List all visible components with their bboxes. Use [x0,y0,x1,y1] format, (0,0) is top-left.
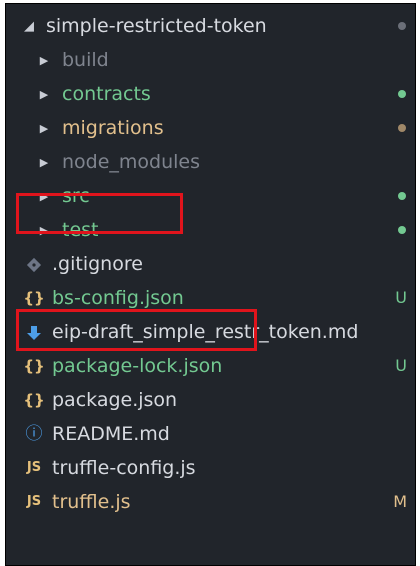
status-dot-icon [398,22,406,30]
folder-label: migrations [62,117,164,139]
json-braces-icon: {} [23,357,45,375]
status-dot-icon [398,124,406,132]
file-truffle-js[interactable]: JS truffle.js M [6,485,415,519]
collapsed-arrow-icon[interactable]: ▶ [37,224,51,237]
file-eip-draft-md[interactable]: eip-draft_simple_restr_token.md [6,315,415,349]
git-status-untracked: U [395,356,407,375]
git-status-untracked: U [395,288,407,307]
file-package-lock-json[interactable]: {} package-lock.json U [6,349,415,383]
file-label: .gitignore [52,253,143,275]
tree-root-folder[interactable]: ◢ simple-restricted-token [6,9,415,43]
file-label: bs-config.json [52,287,184,309]
file-truffle-config-js[interactable]: JS truffle-config.js [6,451,415,485]
folder-src[interactable]: ▶ src [6,179,415,213]
markdown-arrow-icon [22,315,46,349]
expanded-arrow-icon[interactable]: ◢ [22,19,36,34]
file-readme-md[interactable]: ⓘ README.md [6,417,415,451]
folder-test[interactable]: ▶ test [6,213,415,247]
folder-label: src [62,185,90,207]
collapsed-arrow-icon[interactable]: ▶ [37,88,51,101]
folder-label: node_modules [62,151,201,173]
git-diamond-icon [22,247,46,281]
status-dot-icon [398,226,406,234]
status-dot-icon [398,90,406,98]
json-braces-icon: {} [23,391,45,409]
file-label: truffle-config.js [52,457,196,479]
collapsed-arrow-icon[interactable]: ▶ [37,54,51,67]
folder-node-modules[interactable]: ▶ node_modules [6,145,415,179]
collapsed-arrow-icon[interactable]: ▶ [37,156,51,169]
root-folder-label: simple-restricted-token [46,15,267,37]
file-label: package.json [52,389,178,411]
collapsed-arrow-icon[interactable]: ▶ [37,190,51,203]
folder-contracts[interactable]: ▶ contracts [6,77,415,111]
folder-label: test [62,219,99,241]
folder-label: build [62,49,109,71]
collapsed-arrow-icon[interactable]: ▶ [37,122,51,135]
js-icon: JS [26,494,42,509]
folder-migrations[interactable]: ▶ migrations [6,111,415,145]
folder-label: contracts [62,83,151,105]
file-explorer-panel: ◢ simple-restricted-token ▶ build ▶ cont… [5,3,416,566]
status-dot-icon [398,192,406,200]
file-label: eip-draft_simple_restr_token.md [52,321,359,343]
json-braces-icon: {} [23,289,45,307]
file-bs-config-json[interactable]: {} bs-config.json U [6,281,415,315]
file-label: truffle.js [52,491,131,513]
file-gitignore[interactable]: .gitignore [6,247,415,281]
file-package-json[interactable]: {} package.json [6,383,415,417]
js-icon: JS [26,460,42,475]
git-status-modified: M [393,492,407,511]
info-icon: ⓘ [25,424,43,444]
file-label: README.md [52,423,170,445]
folder-build[interactable]: ▶ build [6,43,415,77]
file-label: package-lock.json [52,355,223,377]
